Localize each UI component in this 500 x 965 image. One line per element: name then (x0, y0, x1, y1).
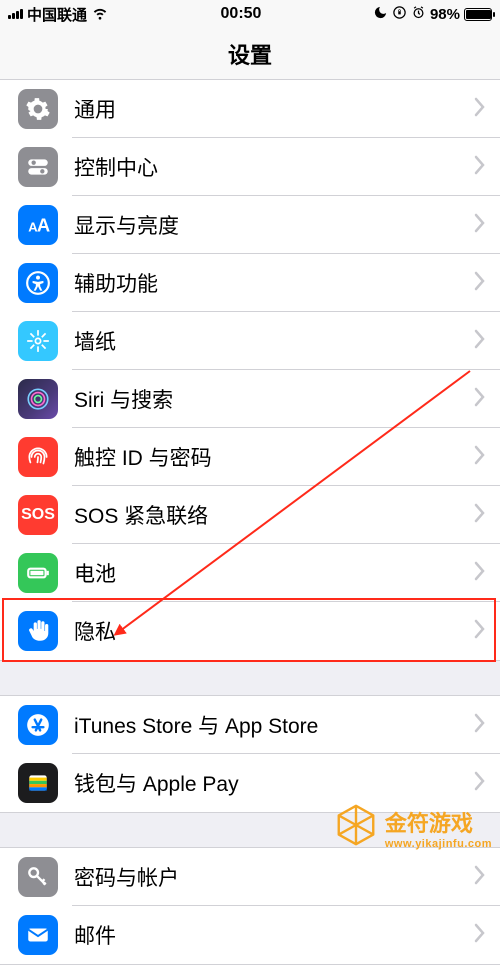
battery-icon (18, 553, 58, 593)
row-wallpaper[interactable]: 墙纸 (0, 312, 500, 370)
wallet-icon (18, 763, 58, 803)
chevron-right-icon (474, 923, 486, 948)
chevron-right-icon (474, 503, 486, 528)
row-control-center[interactable]: 控制中心 (0, 138, 500, 196)
flower-icon (18, 321, 58, 361)
chevron-right-icon (474, 445, 486, 470)
settings-group: 密码与帐户邮件 (0, 847, 500, 965)
row-label: iTunes Store 与 App Store (74, 710, 474, 740)
signal-icon (8, 9, 23, 19)
row-privacy[interactable]: 隐私 (0, 602, 500, 660)
chevron-right-icon (474, 387, 486, 412)
svg-text:A: A (37, 215, 50, 236)
siri-icon (18, 379, 58, 419)
appstore-icon (18, 705, 58, 745)
status-left: 中国联通 (8, 3, 109, 25)
chevron-right-icon (474, 771, 486, 796)
chevron-right-icon (474, 561, 486, 586)
battery-icon (464, 8, 492, 21)
key-icon (18, 857, 58, 897)
row-label: 邮件 (74, 920, 474, 950)
chevron-right-icon (474, 713, 486, 738)
mail-icon (18, 915, 58, 955)
row-mail[interactable]: 邮件 (0, 906, 500, 964)
chevron-right-icon (474, 271, 486, 296)
row-label: 钱包与 Apple Pay (74, 768, 474, 798)
row-label: 电池 (74, 558, 474, 588)
row-label: SOS 紧急联络 (74, 500, 474, 530)
fingerprint-icon (18, 437, 58, 477)
row-touchid[interactable]: 触控 ID 与密码 (0, 428, 500, 486)
rotation-lock-icon (392, 5, 407, 24)
row-label: 通用 (74, 94, 474, 124)
row-sos[interactable]: SOS SOS 紧急联络 (0, 486, 500, 544)
row-label: 辅助功能 (74, 268, 474, 298)
status-right: 98% (373, 5, 492, 24)
chevron-right-icon (474, 213, 486, 238)
row-display[interactable]: AA 显示与亮度 (0, 196, 500, 254)
status-time: 00:50 (221, 5, 262, 23)
settings-group: 通用控制中心AA显示与亮度辅助功能墙纸Siri 与搜索触控 ID 与密码SOSS… (0, 80, 500, 661)
moon-icon (373, 5, 388, 24)
chevron-right-icon (474, 329, 486, 354)
row-itunes-store[interactable]: iTunes Store 与 App Store (0, 696, 500, 754)
status-bar: 中国联通 00:50 98% (0, 0, 500, 28)
row-passwords[interactable]: 密码与帐户 (0, 848, 500, 906)
row-siri[interactable]: Siri 与搜索 (0, 370, 500, 428)
row-wallet[interactable]: 钱包与 Apple Pay (0, 754, 500, 812)
switches-icon (18, 147, 58, 187)
battery-percent: 98% (430, 6, 460, 23)
accessibility-icon (18, 263, 58, 303)
row-label: Siri 与搜索 (74, 384, 474, 414)
settings-list: 通用控制中心AA显示与亮度辅助功能墙纸Siri 与搜索触控 ID 与密码SOSS… (0, 80, 500, 965)
text-size-icon: AA (18, 205, 58, 245)
row-label: 密码与帐户 (74, 862, 474, 892)
gear-icon (18, 89, 58, 129)
row-label: 墙纸 (74, 326, 474, 356)
hand-icon (18, 611, 58, 651)
carrier-label: 中国联通 (27, 4, 87, 25)
chevron-right-icon (474, 97, 486, 122)
chevron-right-icon (474, 865, 486, 890)
row-label: 隐私 (74, 616, 474, 646)
row-label: 控制中心 (74, 152, 474, 182)
wifi-icon (91, 3, 109, 25)
chevron-right-icon (474, 155, 486, 180)
page-title: 设置 (0, 28, 500, 80)
sos-icon: SOS (18, 495, 58, 535)
chevron-right-icon (474, 619, 486, 644)
settings-group: iTunes Store 与 App Store 钱包与 Apple Pay (0, 695, 500, 813)
row-label: 触控 ID 与密码 (74, 442, 474, 472)
row-accessibility[interactable]: 辅助功能 (0, 254, 500, 312)
alarm-icon (411, 5, 426, 24)
row-general[interactable]: 通用 (0, 80, 500, 138)
row-battery[interactable]: 电池 (0, 544, 500, 602)
row-label: 显示与亮度 (74, 210, 474, 240)
